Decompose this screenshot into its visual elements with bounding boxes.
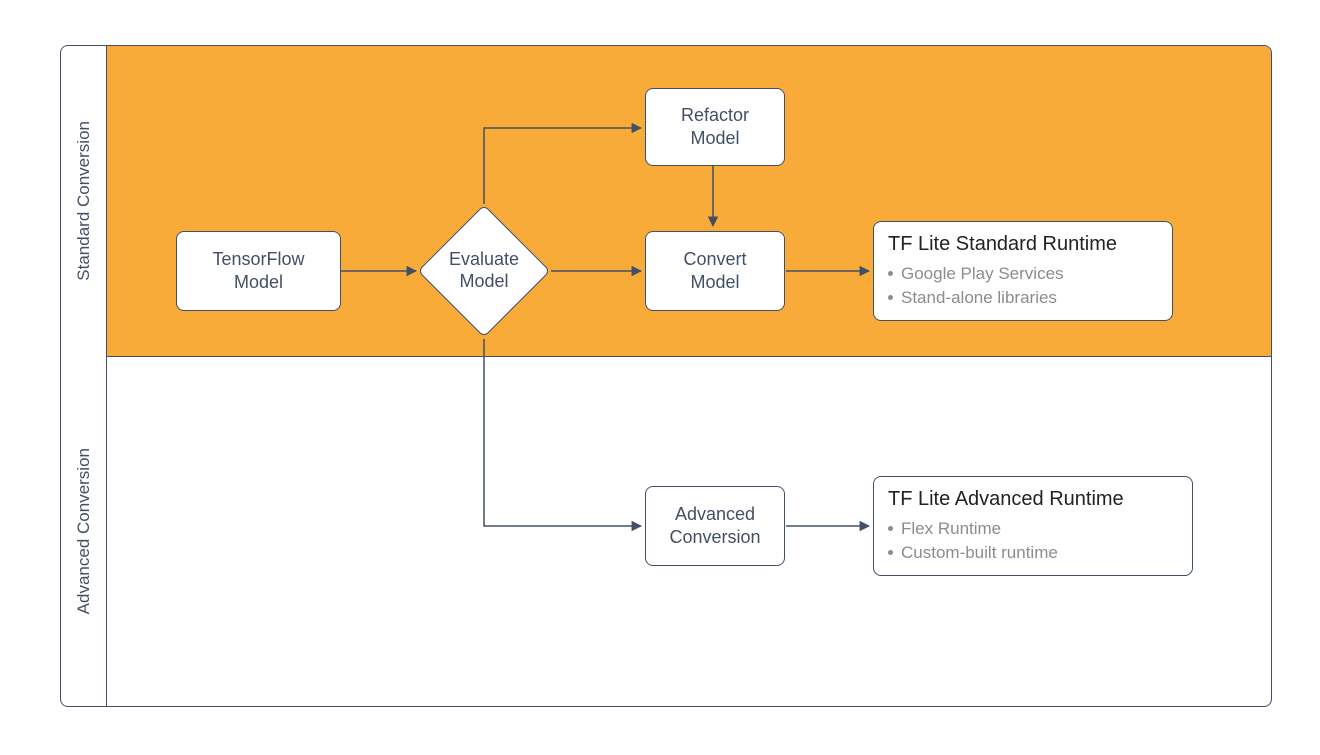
node-refactor-model: Refactor Model	[645, 88, 785, 166]
node-standard-runtime-bullet-0-text: Google Play Services	[901, 262, 1064, 286]
node-tensorflow-model: TensorFlow Model	[176, 231, 341, 311]
node-standard-runtime-bullet-0: Google Play Services	[888, 262, 1158, 286]
bullet-icon	[888, 295, 893, 300]
bullet-icon	[888, 550, 893, 555]
node-standard-runtime-bullet-1-text: Stand-alone libraries	[901, 286, 1057, 310]
node-advanced-runtime-bullet-0: Flex Runtime	[888, 517, 1178, 541]
node-standard-runtime-title: TF Lite Standard Runtime	[888, 233, 1158, 256]
section-label-standard: Standard Conversion	[61, 46, 106, 356]
section-label-advanced-text: Advanced Conversion	[74, 448, 94, 614]
diagram-frame: Standard Conversion Advanced Conversion	[60, 45, 1272, 707]
node-advanced-runtime-bullet-1-text: Custom-built runtime	[901, 541, 1058, 565]
node-advanced-runtime-bullet-0-text: Flex Runtime	[901, 517, 1001, 541]
bullet-icon	[888, 526, 893, 531]
node-tensorflow-model-line2: Model	[234, 271, 283, 294]
node-advanced-runtime: TF Lite Advanced Runtime Flex Runtime Cu…	[873, 476, 1193, 576]
node-standard-runtime: TF Lite Standard Runtime Google Play Ser…	[873, 221, 1173, 321]
node-standard-runtime-bullet-1: Stand-alone libraries	[888, 286, 1158, 310]
node-tensorflow-model-line1: TensorFlow	[212, 248, 304, 271]
node-convert-model-line2: Model	[690, 271, 739, 294]
node-convert-model: Convert Model	[645, 231, 785, 311]
node-advanced-conversion: Advanced Conversion	[645, 486, 785, 566]
bullet-icon	[888, 271, 893, 276]
section-label-standard-text: Standard Conversion	[74, 121, 94, 281]
edge-evaluate-to-advconv	[484, 339, 641, 526]
node-advanced-runtime-title: TF Lite Advanced Runtime	[888, 488, 1178, 511]
node-convert-model-line1: Convert	[683, 248, 746, 271]
node-advanced-runtime-bullet-1: Custom-built runtime	[888, 541, 1178, 565]
node-advanced-conversion-line2: Conversion	[669, 526, 760, 549]
section-label-advanced: Advanced Conversion	[61, 356, 106, 706]
node-refactor-model-line1: Refactor	[681, 104, 749, 127]
section-divider	[106, 46, 107, 706]
node-advanced-conversion-line1: Advanced	[675, 503, 755, 526]
node-refactor-model-line2: Model	[690, 127, 739, 150]
